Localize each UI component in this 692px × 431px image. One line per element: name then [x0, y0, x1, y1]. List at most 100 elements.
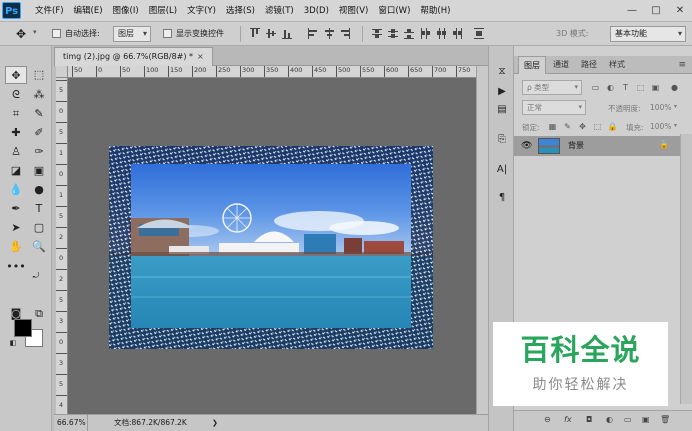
visibility-eye-icon[interactable]: 👁	[521, 141, 532, 151]
document-tab[interactable]: timg (2).jpg @ 66.7%(RGB/8#) * ×	[54, 47, 213, 66]
minimize-button[interactable]: —	[620, 0, 644, 22]
character-panel-icon[interactable]: A|	[494, 162, 510, 178]
pen-tool-icon[interactable]: ✒	[5, 200, 27, 218]
menu-filter[interactable]: 滤镜(T)	[260, 0, 299, 22]
menu-type[interactable]: 文字(Y)	[182, 0, 221, 22]
distribute-right-icon[interactable]	[452, 28, 462, 40]
add-mask-icon[interactable]: ◘	[586, 415, 592, 424]
zoom-level-field[interactable]: 66.67%	[54, 415, 88, 431]
tab-paths[interactable]: 路径	[576, 56, 602, 74]
history-panel-icon[interactable]: ⧖	[494, 64, 510, 80]
auto-select-checkbox[interactable]	[52, 29, 61, 38]
align-right-icon[interactable]	[340, 28, 350, 40]
horizontal-ruler[interactable]: 50 0 50 100 150 200 250 300 350 400 450 500 550 600 65…	[68, 66, 476, 78]
menu-help[interactable]: 帮助(H)	[415, 0, 455, 22]
align-vcenter-icon[interactable]	[266, 28, 276, 40]
filter-smart-icon[interactable]: ▣	[650, 82, 661, 93]
filter-toggle-icon[interactable]: ●	[669, 82, 680, 93]
align-left-icon[interactable]	[308, 28, 318, 40]
layer-effects-icon[interactable]: fx	[564, 415, 572, 424]
type-tool-icon[interactable]: T	[28, 200, 50, 218]
dodge-tool-icon[interactable]: ●	[28, 181, 50, 199]
fill-value[interactable]: 100%	[650, 122, 671, 131]
link-layers-icon[interactable]: ⊖	[544, 415, 551, 424]
actions-play-icon[interactable]: ▶	[494, 84, 510, 100]
filter-pixel-icon[interactable]: ▭	[590, 82, 601, 93]
history-brush-icon[interactable]: ✑	[28, 143, 50, 161]
delete-layer-icon[interactable]: 🗑	[660, 415, 670, 424]
maximize-button[interactable]: □	[644, 0, 668, 22]
distribute-vcenter-icon[interactable]	[388, 28, 398, 40]
fill-arrow-icon[interactable]: ▾	[674, 122, 677, 129]
document-image[interactable]	[109, 146, 433, 349]
clone-stamp-icon[interactable]: ♙	[5, 143, 27, 161]
menu-layer[interactable]: 图层(L)	[144, 0, 182, 22]
default-colors-icon[interactable]: ◧	[7, 337, 19, 349]
document-size-info[interactable]: 文档:867.2K/867.2K	[114, 415, 187, 431]
filter-shape-icon[interactable]: ⬚	[635, 82, 646, 93]
filter-adjustment-icon[interactable]: ◐	[605, 82, 616, 93]
status-menu-arrow-icon[interactable]: ❯	[212, 415, 218, 431]
menu-file[interactable]: 文件(F)	[30, 0, 69, 22]
blend-mode-dropdown[interactable]: 正常	[522, 100, 586, 115]
healing-brush-icon[interactable]: ✚	[5, 124, 27, 142]
eraser-tool-icon[interactable]: ◪	[5, 162, 27, 180]
lock-artboard-icon[interactable]: ⬚	[592, 121, 603, 132]
lasso-tool-icon[interactable]: ᘓ	[5, 86, 27, 104]
menu-view[interactable]: 视图(V)	[334, 0, 373, 22]
blur-tool-icon[interactable]: 💧	[5, 181, 27, 199]
zoom-tool-icon[interactable]: 🔍	[28, 238, 50, 256]
auto-select-target-dropdown[interactable]: 图层	[113, 26, 151, 42]
canvas-area[interactable]	[68, 78, 476, 414]
layer-name[interactable]: 背景	[568, 140, 584, 151]
panel-menu-icon[interactable]: ≡	[678, 56, 686, 74]
ruler-origin[interactable]	[56, 66, 68, 78]
workspace-dropdown[interactable]: 基本功能	[610, 26, 686, 42]
opacity-value[interactable]: 100%	[650, 103, 671, 112]
layer-row[interactable]: 👁 背景 🔒	[514, 136, 680, 156]
canvas-vertical-scrollbar[interactable]	[476, 66, 488, 414]
distribute-left-icon[interactable]	[420, 28, 430, 40]
menu-image[interactable]: 图像(I)	[108, 0, 144, 22]
opacity-arrow-icon[interactable]: ▾	[674, 103, 677, 110]
eyedropper-icon[interactable]: ✎	[28, 105, 50, 123]
layer-filter-dropdown[interactable]: ρ 类型	[522, 80, 582, 95]
close-tab-icon[interactable]: ×	[197, 52, 204, 61]
properties-panel-icon[interactable]: ▤	[494, 102, 510, 118]
hand-tool-icon[interactable]: ✋	[5, 238, 27, 256]
auto-align-icon[interactable]	[474, 28, 484, 40]
menu-window[interactable]: 窗口(W)	[373, 0, 415, 22]
close-button[interactable]: ✕	[668, 0, 692, 22]
gradient-tool-icon[interactable]: ▣	[28, 162, 50, 180]
menu-edit[interactable]: 编辑(E)	[69, 0, 108, 22]
align-top-icon[interactable]	[250, 28, 260, 40]
align-hcenter-icon[interactable]	[324, 28, 334, 40]
clone-source-icon[interactable]: ⎘	[494, 132, 510, 148]
paragraph-panel-icon[interactable]: ¶	[494, 190, 510, 206]
swap-colors-icon[interactable]: ⤾	[30, 270, 42, 282]
align-bottom-icon[interactable]	[282, 28, 292, 40]
tab-styles[interactable]: 样式	[604, 56, 630, 74]
move-tool-icon[interactable]: ✥	[14, 27, 28, 41]
lock-pixels-icon[interactable]: ✎	[562, 121, 573, 132]
marquee-tool-icon[interactable]: ⬚	[28, 66, 50, 84]
tab-layers[interactable]: 图层	[518, 56, 546, 74]
new-layer-icon[interactable]: ▣	[642, 415, 650, 424]
lock-all-icon[interactable]: 🔒	[607, 121, 618, 132]
menu-select[interactable]: 选择(S)	[221, 0, 260, 22]
magic-wand-icon[interactable]: ⁂	[28, 86, 50, 104]
shape-tool-icon[interactable]: ▢	[28, 219, 50, 237]
lock-position-icon[interactable]: ✥	[577, 121, 588, 132]
foreground-color-swatch[interactable]	[14, 319, 32, 337]
vertical-ruler[interactable]: 5051015202530354	[56, 78, 68, 414]
lock-transparent-icon[interactable]: ▦	[547, 121, 558, 132]
filter-type-icon[interactable]: T	[620, 82, 631, 93]
distribute-top-icon[interactable]	[372, 28, 382, 40]
menu-3d[interactable]: 3D(D)	[299, 0, 334, 22]
distribute-bottom-icon[interactable]	[404, 28, 414, 40]
tab-channels[interactable]: 通道	[548, 56, 574, 74]
crop-tool-icon[interactable]: ⌗	[5, 105, 27, 123]
layers-scrollbar[interactable]	[680, 134, 692, 404]
show-transform-checkbox[interactable]	[163, 29, 172, 38]
adjustment-layer-icon[interactable]: ◐	[606, 415, 613, 424]
